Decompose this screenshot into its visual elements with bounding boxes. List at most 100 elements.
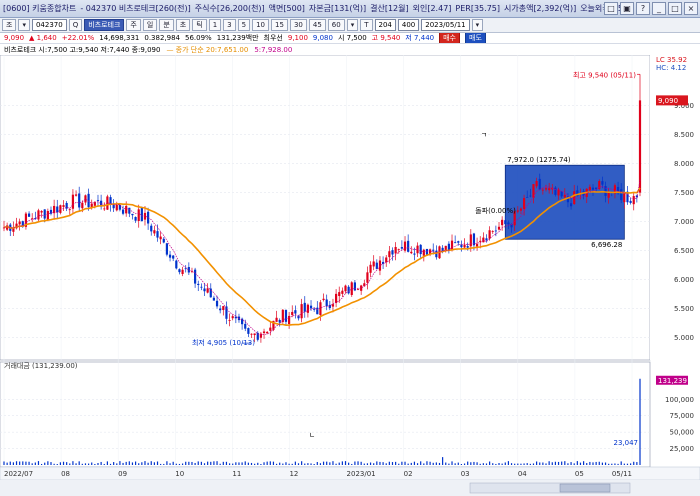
- volume-current-badge-text: 131,239: [658, 377, 687, 385]
- sell-button[interactable]: 매도: [465, 33, 486, 43]
- candle-body: [250, 333, 253, 335]
- date-tick-label: 03: [461, 470, 470, 478]
- candle-body: [494, 230, 497, 232]
- candle-body: [366, 272, 369, 283]
- toolbar-button[interactable]: 일: [142, 19, 158, 31]
- window-button[interactable]: □: [668, 2, 682, 15]
- toolbar-button[interactable]: 분: [159, 19, 174, 31]
- ask-price: 9,100: [287, 34, 308, 42]
- date-tick-label: 09: [118, 470, 127, 478]
- candle-body: [131, 213, 134, 216]
- date-tick-label: 04: [518, 470, 527, 478]
- candle-body: [203, 288, 206, 292]
- toolbar-input[interactable]: 204: [374, 19, 396, 31]
- candle-body: [638, 100, 642, 193]
- candle-body: [197, 283, 200, 285]
- toolbar-button[interactable]: ▾: [18, 19, 30, 31]
- high-price: 고 9,540: [371, 34, 401, 42]
- toolbar-button[interactable]: Q: [68, 19, 83, 31]
- window-button[interactable]: □: [604, 2, 618, 15]
- candle-body: [71, 194, 75, 209]
- candle-body: [519, 208, 523, 211]
- candle-body: [168, 254, 172, 258]
- date-tick-label: 08: [61, 470, 70, 478]
- candle-body: [535, 180, 538, 187]
- candle-body: [219, 308, 222, 311]
- candle-body: [413, 253, 416, 255]
- candle-body: [501, 219, 504, 226]
- candle-body: [316, 307, 319, 315]
- candle-body: [463, 244, 466, 248]
- candle-body: [353, 282, 356, 291]
- price-tick-label: 6.500: [674, 247, 694, 255]
- candle-body: [262, 331, 266, 334]
- candle-body: [522, 198, 526, 209]
- candle-body: [37, 210, 40, 220]
- toolbar-button[interactable]: 10: [252, 19, 270, 31]
- toolbar-button[interactable]: 비츠로테크: [84, 19, 125, 31]
- window-button[interactable]: _: [652, 2, 666, 15]
- window-button[interactable]: ×: [684, 2, 698, 15]
- candle-body: [400, 247, 403, 249]
- toolbar-button[interactable]: 60: [327, 19, 345, 31]
- candle-body: [225, 306, 228, 319]
- toolbar-button[interactable]: 5: [237, 19, 251, 31]
- price-chart[interactable]: 9.0008.5008.0007.5007.0006.5006.0005.500…: [0, 55, 700, 496]
- window-button[interactable]: ?: [636, 2, 650, 15]
- price-change-pct: +22.01%: [61, 34, 95, 42]
- candle-body: [78, 193, 81, 208]
- candle-body: [231, 316, 234, 319]
- toolbar-button[interactable]: 15: [271, 19, 288, 31]
- candle-body: [356, 289, 360, 291]
- toolbar-button[interactable]: T: [360, 19, 373, 31]
- candle-body: [194, 269, 197, 284]
- toolbar-button[interactable]: 초: [175, 19, 191, 31]
- candle-body: [162, 238, 165, 243]
- candle-body: [291, 311, 294, 316]
- candle-body: [419, 244, 422, 255]
- toolbar-button[interactable]: ▾: [346, 19, 359, 31]
- title-item: - 042370 비츠로테크[260(전)]: [80, 4, 191, 13]
- candle-body: [554, 187, 557, 195]
- title-item: PER[35.75]: [455, 4, 500, 13]
- low-label: 최저 4,905 (10/13): [192, 338, 255, 347]
- toolbar-button[interactable]: 3: [223, 19, 236, 31]
- date-tick-label: 2022/07: [4, 470, 33, 478]
- scrollbar-thumb[interactable]: [559, 483, 611, 493]
- candle-body: [222, 306, 225, 311]
- candle-body: [137, 209, 140, 222]
- candle-body: [544, 188, 548, 190]
- candle-body: [422, 249, 425, 256]
- toolbar-button[interactable]: 30: [289, 19, 307, 31]
- window-button[interactable]: ▣: [620, 2, 634, 15]
- date-tick-label: 2023/01: [347, 470, 376, 478]
- candle-body: [153, 230, 156, 234]
- candle-body: [328, 304, 331, 309]
- toolbar-button[interactable]: 주: [126, 19, 141, 31]
- toolbar-button[interactable]: 조: [2, 19, 17, 31]
- toolbar-button[interactable]: 45: [308, 19, 326, 31]
- toolbar-input[interactable]: 042370: [31, 19, 67, 31]
- date-tick-label: 12: [289, 470, 298, 478]
- toolbar-button[interactable]: 틱: [192, 19, 207, 31]
- candle-body: [266, 331, 269, 334]
- toolbar-input[interactable]: 400: [397, 19, 420, 31]
- candle-body: [288, 315, 291, 325]
- candle-body: [228, 320, 231, 321]
- price-tick-label: 5.000: [674, 334, 694, 342]
- toolbar-input[interactable]: 2023/05/11: [421, 19, 470, 31]
- candle-body: [616, 186, 620, 192]
- hc-label: HC: 4.12: [656, 64, 686, 72]
- trade-amount: 131,239백만: [216, 34, 259, 42]
- price-tick-label: 8.500: [674, 131, 694, 139]
- candle-body: [378, 260, 382, 271]
- candle-body: [450, 240, 454, 250]
- candle-body: [607, 192, 610, 198]
- volume-tick-label: 50,000: [670, 429, 695, 437]
- candle-body: [178, 269, 181, 273]
- buy-button[interactable]: 매수: [439, 33, 460, 43]
- title-item: 결산[12월]: [370, 4, 409, 13]
- volume: 14,698,331: [99, 34, 140, 42]
- toolbar-button[interactable]: 1: [208, 19, 222, 31]
- toolbar-button[interactable]: ▾: [471, 19, 484, 31]
